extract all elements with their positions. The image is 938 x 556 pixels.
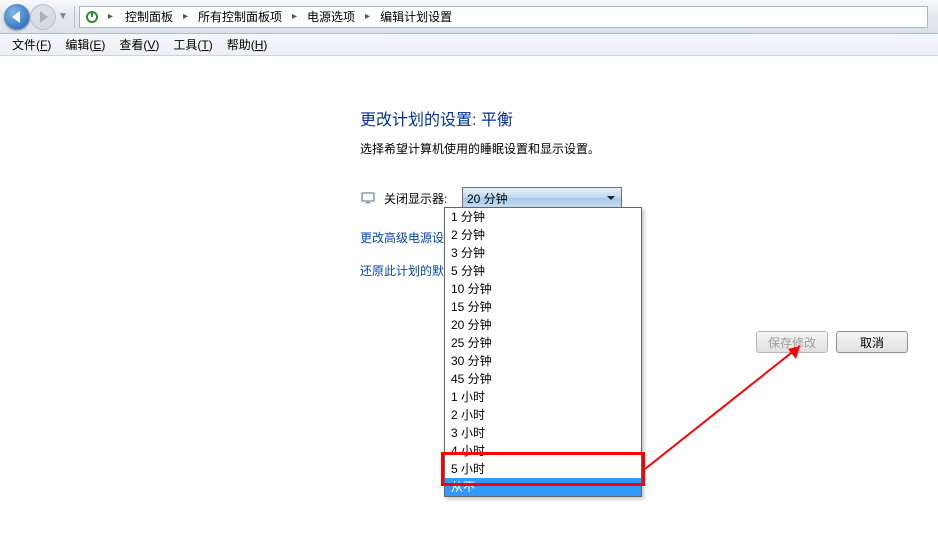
address-bar[interactable]: ▸ 控制面板 ▸ 所有控制面板项 ▸ 电源选项 ▸ 编辑计划设置 [79,6,928,28]
dropdown-option[interactable]: 1 分钟 [445,208,641,226]
chevron-right-icon[interactable]: ▸ [179,11,192,22]
menu-file[interactable]: 文件(F) [6,34,57,55]
chevron-right-icon[interactable]: ▸ [104,11,117,22]
dropdown-option[interactable]: 1 小时 [445,388,641,406]
dropdown-option[interactable]: 3 小时 [445,424,641,442]
page-title: 更改计划的设置: 平衡 [360,106,920,130]
dropdown-option[interactable]: 45 分钟 [445,370,641,388]
page-content: 更改计划的设置: 平衡 选择希望计算机使用的睡眠设置和显示设置。 关闭显示器: … [0,56,938,500]
forward-button [30,4,56,30]
dropdown-option[interactable]: 30 分钟 [445,352,641,370]
dropdown-option[interactable]: 4 小时 [445,442,641,460]
chevron-right-icon[interactable]: ▸ [288,11,301,22]
dropdown-list[interactable]: 1 分钟2 分钟3 分钟5 分钟10 分钟15 分钟20 分钟25 分钟30 分… [444,207,642,497]
dropdown-option[interactable]: 5 分钟 [445,262,641,280]
dropdown-option[interactable]: 2 分钟 [445,226,641,244]
breadcrumb: 控制面板 ▸ 所有控制面板项 ▸ 电源选项 ▸ 编辑计划设置 [121,6,456,27]
dropdown-option[interactable]: 从不 [445,478,641,496]
menu-bar: 文件(F) 编辑(E) 查看(V) 工具(T) 帮助(H) [0,34,938,56]
dropdown-option[interactable]: 2 小时 [445,406,641,424]
turn-off-display-row: 关闭显示器: 20 分钟 [360,187,920,209]
menu-view[interactable]: 查看(V) [113,34,165,55]
dropdown-value: 20 分钟 [467,190,508,207]
menu-help[interactable]: 帮助(H) [221,34,274,55]
breadcrumb-item[interactable]: 所有控制面板项 [194,6,286,27]
dropdown-option[interactable]: 15 分钟 [445,298,641,316]
turn-off-display-dropdown[interactable]: 20 分钟 [462,187,622,209]
nav-history-chevron[interactable]: ▼ [58,11,68,22]
dropdown-option[interactable]: 20 分钟 [445,316,641,334]
chevron-right-icon[interactable]: ▸ [361,11,374,22]
back-button[interactable] [4,4,30,30]
power-icon [84,9,100,25]
monitor-icon [360,190,376,206]
breadcrumb-item[interactable]: 电源选项 [303,6,359,27]
navigation-bar: ▼ ▸ 控制面板 ▸ 所有控制面板项 ▸ 电源选项 ▸ 编辑计划设置 [0,0,938,34]
turn-off-display-label: 关闭显示器: [384,190,462,207]
breadcrumb-item[interactable]: 控制面板 [121,6,177,27]
dropdown-option[interactable]: 5 小时 [445,460,641,478]
page-description: 选择希望计算机使用的睡眠设置和显示设置。 [360,140,920,157]
dropdown-option[interactable]: 10 分钟 [445,280,641,298]
menu-edit[interactable]: 编辑(E) [59,34,111,55]
save-button: 保存修改 [756,331,828,353]
breadcrumb-item[interactable]: 编辑计划设置 [376,6,456,27]
separator [74,6,75,28]
menu-tools[interactable]: 工具(T) [167,34,218,55]
action-buttons: 保存修改 取消 [756,331,908,353]
dropdown-option[interactable]: 25 分钟 [445,334,641,352]
dropdown-option[interactable]: 3 分钟 [445,244,641,262]
cancel-button[interactable]: 取消 [836,331,908,353]
chevron-down-icon [607,196,615,200]
